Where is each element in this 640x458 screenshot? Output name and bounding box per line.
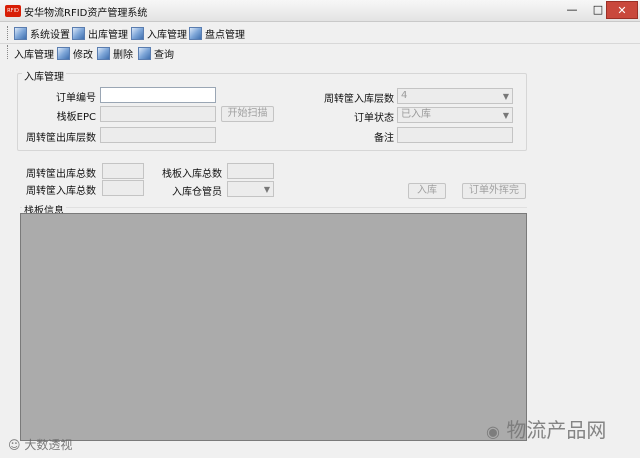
pallet-in-total-label: 栈板入库总数 (162, 169, 222, 180)
order-status-label: 订单状态 (354, 113, 394, 124)
chevron-down-icon: ▼ (502, 111, 509, 120)
order-status-select[interactable]: 已入库 ▼ (397, 107, 513, 123)
delete-label: 删除 (113, 49, 133, 61)
out-total-label: 周转筐出库总数 (26, 169, 96, 180)
toolbar-grip (7, 45, 8, 59)
search-label: 查询 (154, 49, 174, 61)
pallet-info-grid[interactable] (20, 213, 527, 441)
wechat-icon: ◉ (486, 422, 500, 441)
out-layers-input[interactable] (100, 127, 216, 143)
in-layers-value: 4 (401, 90, 408, 101)
pallet-epc-label: 栈板EPC (56, 112, 96, 123)
minimize-button[interactable]: — (558, 1, 586, 19)
delete-button[interactable]: 删除 (97, 46, 133, 61)
in-total-label: 周转筐入库总数 (26, 186, 96, 197)
menu-item-outbound[interactable]: 出库管理 (72, 26, 128, 41)
toolbar-section-label: 入库管理 (14, 49, 54, 61)
in-layers-label: 周转筐入库层数 (324, 94, 394, 105)
edit-button[interactable]: 修改 (57, 46, 93, 61)
menu-label: 出库管理 (88, 29, 128, 41)
in-layers-select[interactable]: 4 ▼ (397, 88, 513, 104)
edit-icon (57, 46, 70, 60)
menu-label: 系统设置 (30, 29, 70, 41)
menu-item-system-settings[interactable]: 系统设置 (14, 26, 70, 41)
out-total-input[interactable] (102, 163, 144, 179)
remark-input[interactable] (397, 127, 513, 143)
outbound-icon (72, 26, 85, 40)
order-status-value: 已入库 (401, 109, 431, 120)
delete-icon (97, 46, 110, 60)
warehouse-keeper-select[interactable]: ▼ (227, 181, 274, 197)
toolbar (0, 43, 640, 62)
inbound-icon (131, 26, 144, 40)
in-total-input[interactable] (102, 180, 144, 196)
remark-label: 备注 (374, 133, 394, 144)
watermark-left-text: 大数透视 (24, 438, 73, 452)
edit-label: 修改 (73, 49, 93, 61)
start-scan-button[interactable]: 开始扫描 (221, 106, 274, 122)
chevron-down-icon: ▼ (502, 92, 509, 101)
warehouse-keeper-label: 入库仓管员 (172, 187, 222, 198)
watermark-right-text: 物流产品网 (506, 418, 607, 442)
divider (20, 207, 527, 208)
weibo-icon: ☺ (8, 438, 21, 452)
menu-label: 入库管理 (147, 29, 187, 41)
chevron-down-icon: ▼ (263, 185, 270, 194)
order-no-input[interactable] (100, 87, 216, 103)
inventory-icon (189, 26, 202, 40)
order-check-button[interactable]: 订单外挥完 (462, 183, 526, 199)
pallet-epc-input[interactable] (100, 106, 216, 122)
out-layers-label: 周转筐出库层数 (26, 133, 96, 144)
menu-item-inbound[interactable]: 入库管理 (131, 26, 187, 41)
order-no-label: 订单编号 (56, 93, 96, 104)
menu-grip (7, 26, 8, 40)
pallet-in-total-input[interactable] (227, 163, 274, 179)
menu-label: 盘点管理 (205, 29, 245, 41)
search-button[interactable]: 查询 (138, 46, 174, 61)
group-title: 入库管理 (22, 68, 66, 83)
menu-item-inventory[interactable]: 盘点管理 (189, 26, 245, 41)
stock-in-button[interactable]: 入库 (408, 183, 446, 199)
app-logo-icon: RFID (5, 5, 21, 17)
watermark-right: ◉ 物流产品网 (486, 414, 606, 443)
close-button[interactable]: ✕ (606, 1, 638, 19)
settings-icon (14, 26, 27, 40)
watermark-left: ☺ 大数透视 (8, 436, 72, 453)
window-title: 安华物流RFID资产管理系统 (24, 8, 148, 19)
search-icon (138, 46, 151, 60)
